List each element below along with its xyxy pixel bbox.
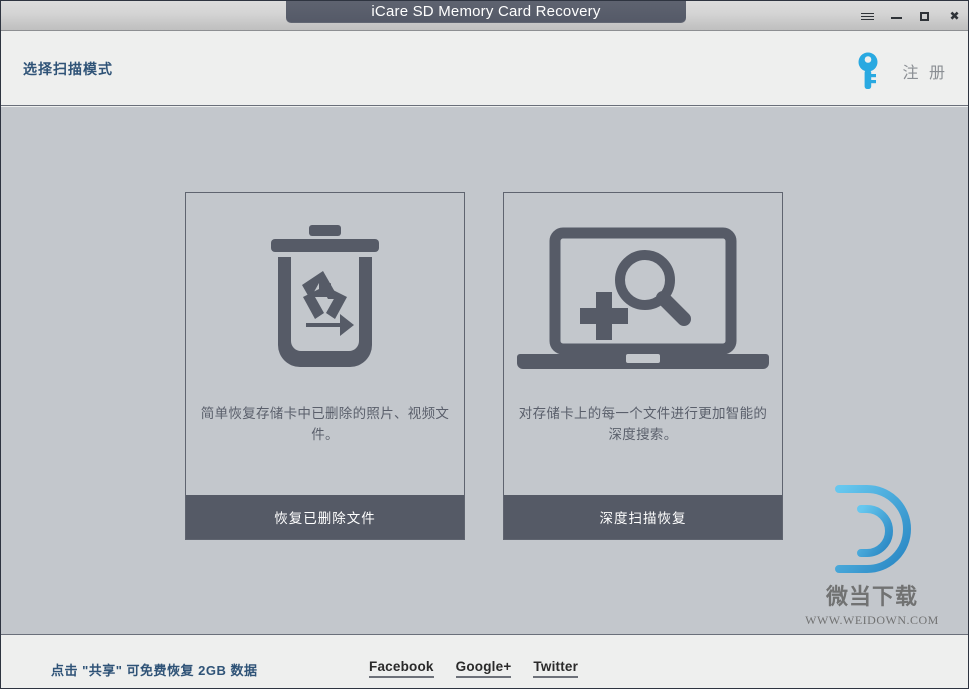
deep-scan-laptop-icon	[504, 193, 782, 403]
register-area[interactable]: 注 册	[855, 51, 948, 91]
window-title: iCare SD Memory Card Recovery	[371, 3, 601, 20]
card-description: 对存储卡上的每一个文件进行更加智能的深度搜索。	[518, 406, 768, 442]
main-content: 简单恢复存储卡中已删除的照片、视频文件。 恢复已删除文件 对存储卡上的每一个文件…	[1, 107, 968, 634]
watermark: 微当下载 WWW.WEIDOWN.COM	[792, 483, 952, 628]
card-deep-scan-recovery[interactable]: 对存储卡上的每一个文件进行更加智能的深度搜索。 深度扫描恢复	[503, 192, 783, 540]
close-icon[interactable]: ✖	[947, 9, 962, 24]
key-icon[interactable]	[855, 51, 885, 91]
register-label[interactable]: 注 册	[903, 59, 948, 83]
card-description: 简单恢复存储卡中已删除的照片、视频文件。	[200, 406, 450, 442]
page-title: 选择扫描模式	[23, 61, 113, 77]
twitter-link[interactable]: Twitter	[533, 659, 579, 678]
facebook-link[interactable]: Facebook	[369, 659, 434, 678]
application-window: iCare SD Memory Card Recovery ✖ 选择扫描模式 注…	[0, 0, 969, 689]
deep-scan-recovery-button[interactable]: 深度扫描恢复	[504, 495, 782, 539]
scan-mode-cards: 简单恢复存储卡中已删除的照片、视频文件。 恢复已删除文件 对存储卡上的每一个文件…	[185, 192, 783, 540]
recycle-bin-icon	[186, 193, 464, 403]
page-header: 选择扫描模式 注 册	[1, 31, 968, 106]
window-controls: ✖	[860, 9, 962, 24]
watermark-url: WWW.WEIDOWN.COM	[805, 613, 939, 627]
card-recover-deleted-files[interactable]: 简单恢复存储卡中已删除的照片、视频文件。 恢复已删除文件	[185, 192, 465, 540]
social-links: Facebook Google+ Twitter	[369, 659, 579, 678]
watermark-name: 微当下载	[825, 585, 918, 610]
menu-icon[interactable]	[860, 9, 875, 24]
card-body: 对存储卡上的每一个文件进行更加智能的深度搜索。	[504, 193, 782, 495]
googleplus-link[interactable]: Google+	[455, 659, 512, 678]
footer-bar: 点击 "共享" 可免费恢复 2GB 数据 Facebook Google+ Tw…	[1, 634, 968, 688]
card-body: 简单恢复存储卡中已删除的照片、视频文件。	[186, 193, 464, 495]
title-bar: iCare SD Memory Card Recovery ✖	[1, 1, 968, 31]
share-promo-text: 点击 "共享" 可免费恢复 2GB 数据	[51, 663, 258, 678]
recover-deleted-files-button[interactable]: 恢复已删除文件	[186, 495, 464, 539]
title-tab: iCare SD Memory Card Recovery	[286, 1, 686, 23]
minimize-icon[interactable]	[889, 9, 904, 24]
maximize-icon[interactable]	[918, 9, 933, 24]
